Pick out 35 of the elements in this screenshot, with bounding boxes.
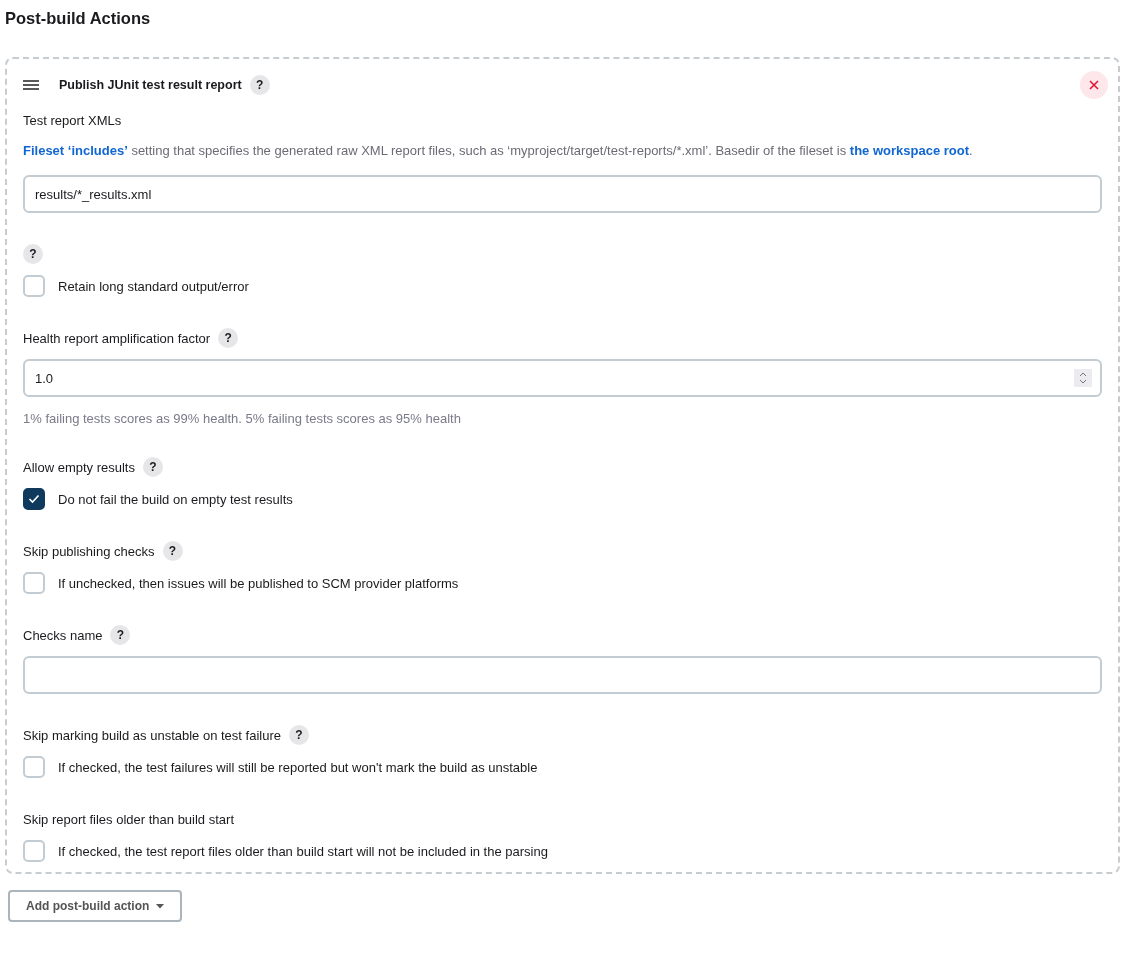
help-button[interactable]: ?: [110, 625, 131, 645]
field-label: Skip report files older than build start: [23, 811, 234, 827]
help-button[interactable]: ?: [218, 328, 239, 348]
action-title: Publish JUnit test result report: [59, 78, 242, 92]
checkbox-label[interactable]: Do not fail the build on empty test results: [58, 491, 293, 507]
text-field[interactable]: results/*_results.xml: [23, 175, 1102, 213]
checkbox-label[interactable]: If unchecked, then issues will be published to SCM provider platforms: [58, 575, 459, 591]
number-field[interactable]: 1.0: [23, 359, 1102, 397]
field-label: Skip publishing checks: [23, 543, 155, 559]
field-label: Health report amplification factor: [23, 330, 211, 346]
drag-handle-icon[interactable]: [23, 80, 39, 90]
checkbox[interactable]: [23, 488, 45, 510]
checkmark-icon: [28, 494, 40, 504]
help-button[interactable]: ?: [162, 541, 183, 561]
help-button[interactable]: ?: [289, 725, 309, 745]
field-label: Skip marking build as unstable on test failure: [23, 727, 281, 743]
checkbox-label[interactable]: If checked, the test report files older than build start will not be included in the parsing: [58, 843, 548, 859]
text-field[interactable]: [23, 656, 1102, 694]
field-label: Allow empty results: [23, 459, 135, 475]
checkbox-label[interactable]: If checked, the test failures will still be reported but won't mark the build as unstable: [58, 759, 538, 775]
field-label: Checks name: [23, 627, 103, 643]
field-hint: 1% failing tests scores as 99% health. 5% failing tests scores as 95% health: [23, 411, 462, 426]
spinner-icon[interactable]: [1074, 369, 1092, 387]
field-description: Fileset ‘includes’ setting that specifies the generated raw XML report files, such as ‘myproject/target/test-reports/*.xml’. Basedir of the fileset is the workspace root.: [23, 142, 974, 160]
close-icon: [1089, 80, 1099, 90]
close-button[interactable]: [1080, 71, 1108, 99]
caret-icon: [156, 903, 165, 909]
section-title: Post-build Actions: [5, 8, 152, 29]
checkbox-label[interactable]: Retain long standard output/error: [58, 278, 249, 294]
help-button[interactable]: ?: [249, 75, 270, 95]
help-button[interactable]: ?: [143, 457, 163, 477]
add-action-button[interactable]: Add post-build action: [8, 890, 183, 922]
field-label: Test report XMLs: [23, 112, 122, 128]
link[interactable]: Fileset ‘includes’: [23, 143, 128, 158]
help-button[interactable]: ?: [23, 244, 43, 264]
